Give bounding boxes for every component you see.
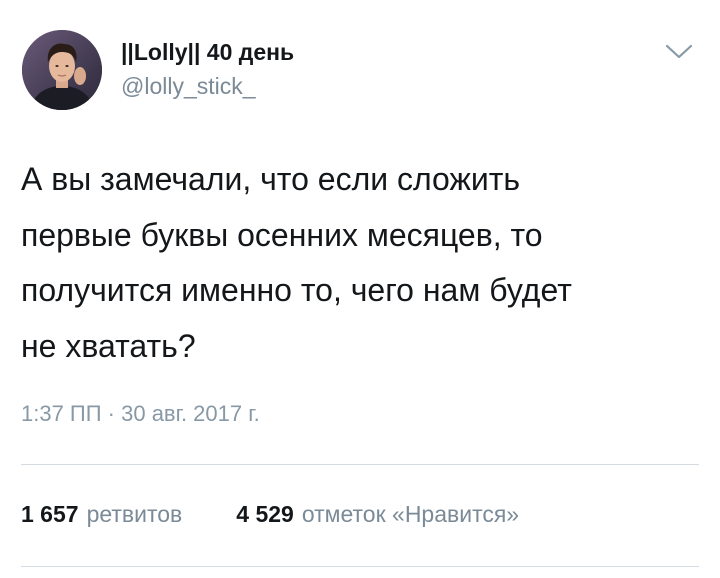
tweet-timestamp[interactable]: 1:37 ПП · 30 авг. 2017 г. — [21, 400, 260, 428]
retweets-count: 1 657 — [21, 501, 79, 527]
divider — [21, 566, 699, 567]
tweet-text: А вы замечали, что если сложить первые б… — [21, 161, 572, 364]
likes-stat[interactable]: 4 529 отметок «Нравится» — [236, 500, 519, 528]
avatar[interactable] — [22, 30, 102, 110]
tweet-stats: 1 657 ретвитов 4 529 отметок «Нравится» — [21, 500, 519, 528]
tweet-card: ||Lolly|| 40 день @lolly_stick_ А вы зам… — [0, 0, 720, 578]
tweet-menu-button[interactable] — [664, 42, 694, 62]
user-handle[interactable]: @lolly_stick_ — [121, 72, 294, 100]
likes-label: отметок «Нравится» — [301, 501, 520, 527]
likes-count: 4 529 — [236, 501, 294, 527]
retweets-label: ретвитов — [86, 501, 183, 527]
author-block: ||Lolly|| 40 день @lolly_stick_ — [121, 38, 294, 100]
display-name[interactable]: ||Lolly|| 40 день — [121, 38, 294, 66]
chevron-down-icon — [665, 44, 693, 59]
divider — [21, 464, 699, 465]
user-avatar-photo — [22, 30, 102, 110]
retweets-stat[interactable]: 1 657 ретвитов — [21, 500, 182, 528]
